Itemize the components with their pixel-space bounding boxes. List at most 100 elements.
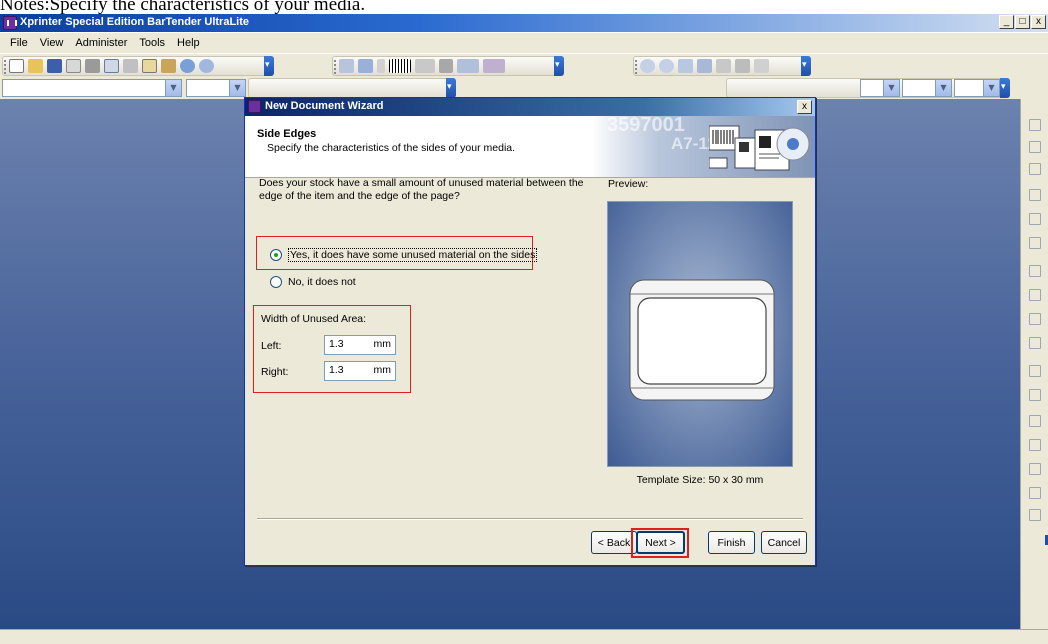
button-separator: [257, 518, 803, 520]
distribute-icon[interactable]: [1029, 189, 1041, 201]
finish-button[interactable]: Finish: [708, 531, 755, 554]
left-margin-value[interactable]: 1.3: [329, 338, 344, 352]
align-left-icon[interactable]: [1029, 119, 1041, 131]
select-icon[interactable]: [339, 59, 354, 73]
new-icon[interactable]: [9, 59, 24, 73]
right-margin-value[interactable]: 1.3: [329, 364, 344, 378]
option-yes-label[interactable]: Yes, it does have some unused material o…: [288, 248, 538, 262]
template-size-text: Template Size: 50 x 30 mm: [636, 474, 764, 486]
menu-file[interactable]: File: [10, 37, 28, 49]
zoom-page-icon[interactable]: [697, 59, 712, 73]
zoom-in-icon[interactable]: [640, 59, 655, 73]
unused-area-label: Width of Unused Area:: [261, 313, 367, 325]
stack-icon[interactable]: [1029, 389, 1041, 401]
rotate-90-icon[interactable]: [1029, 415, 1041, 427]
standard-toolbar-group: [2, 56, 274, 76]
print-setup-icon[interactable]: [66, 59, 81, 73]
format-toolbar-group: [248, 78, 456, 98]
center-horizontal-icon[interactable]: [1029, 265, 1041, 277]
font-size-combo[interactable]: ▼: [186, 79, 246, 97]
menu-bar: File View Administer Tools Help: [0, 33, 1048, 53]
label-preview: [607, 201, 793, 467]
copy-icon[interactable]: [142, 59, 157, 73]
app-icon: [3, 16, 17, 30]
menu-view[interactable]: View: [40, 37, 64, 49]
drawing-toolbar-group: [332, 56, 564, 76]
option-no-label[interactable]: No, it does not: [288, 276, 356, 288]
question-text: Does your stock have a small amount of u…: [259, 177, 584, 202]
menu-administer[interactable]: Administer: [75, 37, 127, 49]
text-tool-icon[interactable]: [415, 59, 435, 73]
save-icon[interactable]: [47, 59, 62, 73]
pen-icon[interactable]: [358, 59, 373, 73]
close-window-button[interactable]: x: [1031, 15, 1046, 29]
app-title-bar: Xprinter Special Edition BarTender Ultra…: [0, 14, 1048, 32]
cancel-button[interactable]: Cancel: [761, 531, 807, 554]
center-both-icon[interactable]: [1029, 337, 1041, 349]
option-no-radio[interactable]: [270, 276, 282, 288]
right-margin-input[interactable]: 1.3 mm: [324, 361, 396, 381]
toolbar-formatting: ▼ ▼ ▼ ▼ ▼: [0, 77, 1048, 99]
maximize-button[interactable]: □: [1015, 15, 1030, 29]
right-margin-unit: mm: [373, 364, 392, 376]
dialog-close-button[interactable]: x: [797, 100, 812, 114]
grid-icon[interactable]: [716, 59, 731, 73]
header-banner: 3597001 A7-118: [591, 116, 815, 177]
left-margin-input[interactable]: 1.3 mm: [324, 335, 396, 355]
space-vertical-icon[interactable]: [1029, 237, 1041, 249]
option-no-row[interactable]: No, it does not: [270, 276, 356, 288]
dialog-title-bar: New Document Wizard x: [245, 98, 815, 116]
font-name-combo[interactable]: ▼: [2, 79, 182, 97]
left-margin-unit: mm: [373, 338, 392, 350]
print-preview-icon[interactable]: [104, 59, 119, 73]
next-button[interactable]: Next >: [636, 531, 685, 554]
redo-icon[interactable]: [199, 59, 214, 73]
same-size-icon[interactable]: [1029, 365, 1041, 377]
option-yes-radio[interactable]: [270, 249, 282, 261]
line-type-combo[interactable]: ▼: [954, 79, 1000, 97]
zoom-fit-icon[interactable]: [678, 59, 693, 73]
zoom-out-icon[interactable]: [659, 59, 674, 73]
print-icon[interactable]: [85, 59, 100, 73]
picture-tool-icon[interactable]: [483, 59, 505, 73]
undo-icon[interactable]: [180, 59, 195, 73]
rotate-270-icon[interactable]: [1029, 463, 1041, 475]
window-controls: _ □ x: [999, 15, 1046, 29]
line-tool-icon[interactable]: [439, 59, 453, 73]
app-title: Xprinter Special Edition BarTender Ultra…: [20, 16, 250, 28]
right-tool-panel: [1020, 99, 1048, 629]
toolbar-standard: [0, 53, 1048, 77]
center-vertical-icon[interactable]: [1029, 289, 1041, 301]
cut-icon[interactable]: [123, 59, 138, 73]
wizard-icon: [248, 100, 261, 113]
align-icon[interactable]: [735, 59, 750, 73]
rotate-minus1-icon[interactable]: [1029, 509, 1041, 521]
center-page-icon[interactable]: [1029, 313, 1041, 325]
paste-icon[interactable]: [161, 59, 176, 73]
align-center-icon[interactable]: [1029, 163, 1041, 175]
step-subtitle: Specify the characteristics of the sides…: [267, 142, 516, 154]
preview-label: Preview:: [608, 178, 649, 190]
align-top-icon[interactable]: [1029, 141, 1041, 153]
label-graphic-icon: [709, 125, 810, 171]
menu-help[interactable]: Help: [177, 37, 200, 49]
rotate-1-icon[interactable]: [1029, 487, 1041, 499]
right-label: Right:: [261, 366, 289, 378]
menu-tools[interactable]: Tools: [139, 37, 165, 49]
option-yes-row[interactable]: Yes, it does have some unused material o…: [270, 248, 538, 262]
space-horizontal-icon[interactable]: [1029, 213, 1041, 225]
status-bar: [0, 629, 1048, 644]
text-cursor-icon[interactable]: [377, 59, 385, 73]
line-width-combo[interactable]: ▼: [860, 79, 900, 97]
label-roll-preview: [629, 279, 775, 401]
dialog-header: Side Edges Specify the characteristics o…: [245, 116, 815, 178]
minimize-button[interactable]: _: [999, 15, 1014, 29]
table-icon[interactable]: [754, 59, 769, 73]
shape-tool-icon[interactable]: [457, 59, 479, 73]
barcode-icon[interactable]: [389, 59, 411, 73]
line-pattern-combo[interactable]: ▼: [902, 79, 952, 97]
open-icon[interactable]: [28, 59, 43, 73]
rotate-180-icon[interactable]: [1029, 439, 1041, 451]
new-document-wizard-dialog: New Document Wizard x Side Edges Specify…: [244, 97, 816, 566]
zoom-toolbar-group: [633, 56, 811, 76]
